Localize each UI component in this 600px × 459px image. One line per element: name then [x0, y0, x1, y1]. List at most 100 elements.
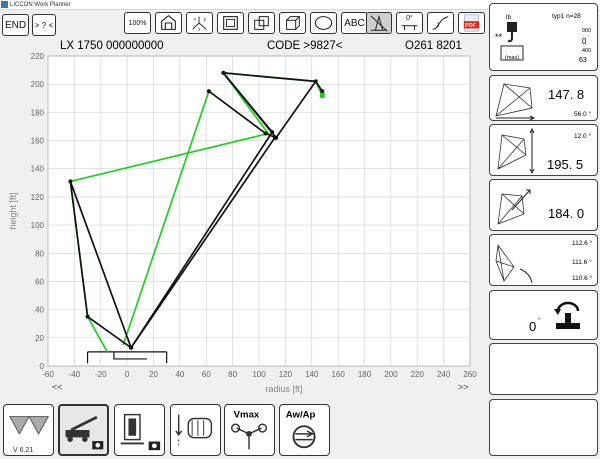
working-range-chart[interactable]: -60 -40 -20 0 20 40 60 80 100 120 140 160 180 200 220 2… [0, 52, 486, 397]
length-panel[interactable]: 184. 0 [489, 179, 598, 231]
y-tick-label: 0 [40, 362, 45, 371]
x-tick-label: 100 [252, 370, 266, 379]
winch-button[interactable] [170, 404, 221, 456]
joint-point [68, 179, 73, 184]
ellipse-icon [314, 16, 333, 30]
pdf-label: PDF [465, 23, 477, 29]
y-axis-label: height [ft] [8, 192, 18, 229]
house-icon [161, 15, 176, 30]
angles-panel[interactable]: 112.6 ° 111.6 ° 110.6 ° [489, 234, 598, 286]
window-title: LICCON Work Planner [10, 1, 71, 8]
y-tick-label: 200 [31, 80, 45, 89]
serial-label: 000000000 [106, 40, 164, 52]
help-button[interactable]: > ? < [32, 14, 56, 36]
pdf-icon: PDF [463, 14, 480, 32]
joint-point [274, 135, 279, 140]
x-tick-label: 260 [463, 370, 477, 379]
scroll-left-label: << [52, 382, 63, 392]
joint-point [320, 89, 325, 94]
x-tick-label: 220 [411, 370, 425, 379]
overlap-button[interactable] [248, 12, 275, 34]
x-tick-label: 0 [125, 370, 130, 379]
joint-point [85, 314, 90, 319]
radius-angle: 56.0 ° [574, 111, 592, 118]
y-tick-label: 100 [31, 221, 45, 230]
y-tick-label: 180 [31, 108, 45, 117]
boom-config-button[interactable] [114, 404, 165, 456]
square-frame-icon [223, 16, 238, 30]
ellipse-button[interactable] [310, 12, 337, 34]
crane-camera-icon [65, 415, 104, 450]
help-label: > ? < [34, 20, 54, 30]
dimension-button[interactable] [366, 12, 392, 34]
x-tick-label: 180 [358, 370, 372, 379]
cube-icon [286, 16, 301, 30]
height-panel[interactable]: 12.0 ° 195. 5 [489, 124, 598, 176]
angle-button[interactable]: 0° [396, 12, 423, 34]
zoom-100-button[interactable]: 100% [124, 12, 151, 34]
x-tick-label: 60 [202, 370, 211, 379]
vmax-label: Vmax [234, 410, 260, 421]
cube-button[interactable] [279, 12, 306, 34]
scroll-right-label: >> [458, 382, 469, 392]
axis-button[interactable]: x y z [186, 12, 213, 34]
angle-1: 112.6 ° [572, 240, 593, 247]
y-tick-label: 160 [31, 137, 45, 146]
ref-label: O261 8201 [405, 40, 462, 52]
x-axis-label: radius [ft] [265, 384, 302, 394]
x-tick-label: 120 [279, 370, 293, 379]
load-unit: lb [506, 14, 512, 21]
joint-point [313, 79, 318, 84]
empty-panel-2[interactable] [489, 399, 598, 456]
x-tick-label: 200 [384, 370, 398, 379]
wind-area-icon: Aw/Ap [286, 410, 316, 449]
axis-icon: x y z [192, 16, 207, 32]
joint-point [129, 345, 134, 350]
y-tick-label: 40 [35, 306, 44, 315]
wind-area-button[interactable]: Aw/Ap [279, 404, 330, 456]
x-tick-label: -60 [42, 370, 54, 379]
x-tick-label: 240 [437, 370, 451, 379]
load-value-2: 0 [582, 37, 587, 46]
y-tick-label: 220 [31, 52, 45, 61]
load-type: typ1 n=28 [552, 13, 581, 20]
abc-label: ABC [344, 17, 365, 29]
x-tick-label: -40 [69, 370, 81, 379]
length-value: 184. 0 [548, 206, 585, 221]
load-value-3: 400 [582, 48, 592, 54]
slew-panel[interactable]: 0 ° [489, 290, 598, 340]
joint-point [221, 70, 226, 75]
pdf-button[interactable]: PDF [458, 12, 485, 34]
end-label: END [4, 19, 27, 31]
awap-label: Aw/Ap [286, 410, 316, 421]
zoom-label: 100% [128, 19, 147, 27]
model-label: LX 1750 [60, 40, 103, 52]
y-tick-label: 140 [31, 165, 45, 174]
radius-panel[interactable]: 147. 8 56.0 ° [489, 75, 598, 121]
abc-button[interactable]: ABC [341, 12, 368, 34]
hook-marker [319, 92, 325, 98]
empty-panel-1[interactable] [489, 343, 598, 395]
radius-value: 147. 8 [548, 87, 585, 102]
x-tick-label: 80 [228, 370, 237, 379]
crane-config-button[interactable] [58, 404, 109, 456]
frame-button[interactable] [217, 12, 244, 34]
winch-icon [175, 414, 213, 448]
curve-button[interactable]: 2 [427, 12, 454, 34]
svg-text:z: z [198, 27, 201, 32]
joint-point [263, 131, 268, 136]
x-tick-label: 140 [305, 370, 319, 379]
wind-speed-button[interactable]: Vmax [224, 404, 275, 456]
load-value-1: 000 [582, 28, 592, 34]
load-panel[interactable]: ** lb (max) typ1 n=28 000 0 400 63 [489, 3, 598, 71]
curve-icon: 2 [432, 16, 449, 30]
crane-view-button[interactable] [155, 12, 182, 34]
level-icon [401, 25, 418, 31]
x-tick-label: 40 [175, 370, 184, 379]
dimension-icon [370, 14, 388, 32]
version-label: V 6.21 [13, 447, 34, 454]
x-tick-label: -20 [95, 370, 107, 379]
load-value-4: 63 [579, 57, 587, 64]
angle-3: 110.6 ° [572, 275, 593, 282]
end-button[interactable]: END [2, 14, 29, 36]
